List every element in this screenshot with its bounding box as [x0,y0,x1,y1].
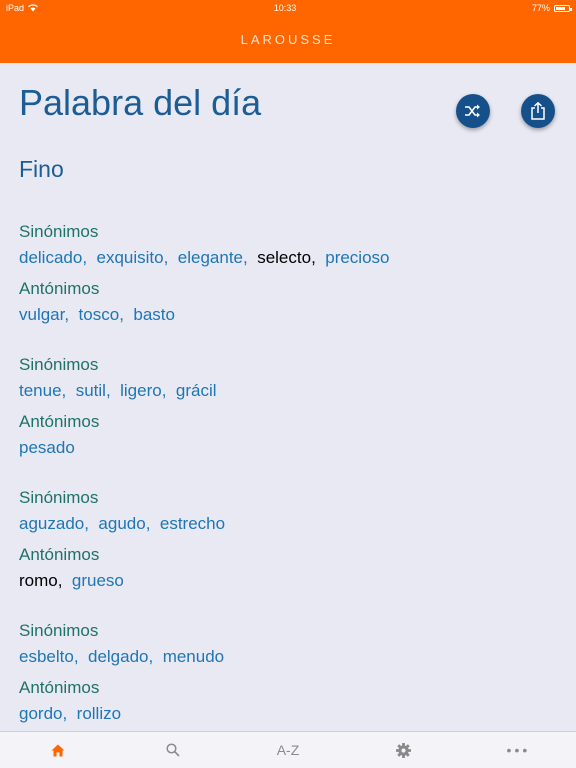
meaning-group: Sinónimos esbelto, delgado, menudo Antónim… [19,618,559,732]
antonym-link[interactable]: romo [19,571,58,590]
synonym-link[interactable]: agudo [98,514,145,533]
tab-bar: A-Z ••• [0,731,576,768]
antonyms-list: romo, grueso [19,571,124,590]
meaning-group: Sinónimos tenue, sutil, ligero, grácil Ant… [19,352,559,466]
tab-search[interactable] [115,732,230,768]
wifi-icon [28,4,38,12]
tab-more[interactable]: ••• [461,732,576,768]
share-button[interactable] [521,94,555,128]
synonym-link[interactable]: sutil [76,381,106,400]
more-icon: ••• [506,742,531,758]
antonyms-label: Antónimos [19,678,100,697]
antonym-link[interactable]: basto [133,305,175,324]
antonym-link[interactable]: pesado [19,438,75,457]
meaning-group: Sinónimos aguzado, agudo, estrecho Antónim… [19,485,559,599]
antonyms-label: Antónimos [19,279,100,298]
synonyms-list: delicado, exquisito, elegante, selecto, … [19,248,390,267]
antonyms-list: pesado [19,435,559,466]
shuffle-button[interactable] [456,94,490,128]
status-bar: iPad 10:33 77% [0,0,576,16]
gear-icon [395,742,411,758]
app-brand: LAROUSSE [240,32,336,47]
synonym-link[interactable]: tenue [19,381,62,400]
antonyms-list: gordo, rollizo [19,704,122,723]
synonym-link[interactable]: aguzado [19,514,84,533]
synonyms-label: Sinónimos [19,621,99,640]
tab-settings[interactable] [346,732,461,768]
synonym-link[interactable]: esbelto [19,647,74,666]
antonym-link[interactable]: grueso [72,571,124,590]
shuffle-icon [465,104,480,118]
synonyms-label: Sinónimos [19,222,99,241]
synonyms-label: Sinónimos [19,488,99,507]
synonym-link[interactable]: precioso [325,248,389,267]
synonym-link[interactable]: delicado [19,248,82,267]
tab-a-z-label: A-Z [276,742,300,758]
synonym-link[interactable]: delgado [88,647,149,666]
device-label: iPad [6,3,25,13]
battery-icon [554,4,572,12]
synonym-link[interactable]: selecto [257,248,311,267]
meaning-group: Sinónimos delicado, exquisito, elegante, … [19,219,559,333]
synonym-link[interactable]: elegante [178,248,243,267]
tab-a-z[interactable]: A-Z [230,732,345,768]
meaning-groups: Sinónimos delicado, exquisito, elegante, … [19,219,559,751]
synonym-link[interactable]: ligero [120,381,162,400]
antonyms-label: Antónimos [19,412,100,431]
synonym-link[interactable]: exquisito [97,248,164,267]
synonyms-list: aguzado, agudo, estrecho [19,514,226,533]
word-of-the-day: Fino [19,156,64,182]
home-icon [51,744,65,756]
nav-bar: LAROUSSE [0,16,576,63]
battery-percent: 77% [531,3,550,13]
antonym-link[interactable]: tosco [79,305,120,324]
synonyms-label: Sinónimos [19,355,99,374]
synonym-link[interactable]: estrecho [160,514,225,533]
search-icon [166,743,180,757]
antonym-link[interactable]: vulgar [19,305,64,324]
tab-home[interactable] [0,732,115,768]
antonym-link[interactable]: gordo [19,704,62,723]
synonym-link[interactable]: grácil [176,381,217,400]
antonyms-list: vulgar, tosco, basto [19,305,175,324]
status-time: 10:33 [273,3,297,13]
synonyms-list: tenue, sutil, ligero, grácil [19,381,217,400]
page-title: Palabra del día [19,82,262,123]
synonym-link[interactable]: menudo [163,647,224,666]
antonyms-label: Antónimos [19,545,100,564]
synonyms-list: esbelto, delgado, menudo [19,647,225,666]
antonym-link[interactable]: rollizo [77,704,121,723]
share-icon [531,102,545,120]
